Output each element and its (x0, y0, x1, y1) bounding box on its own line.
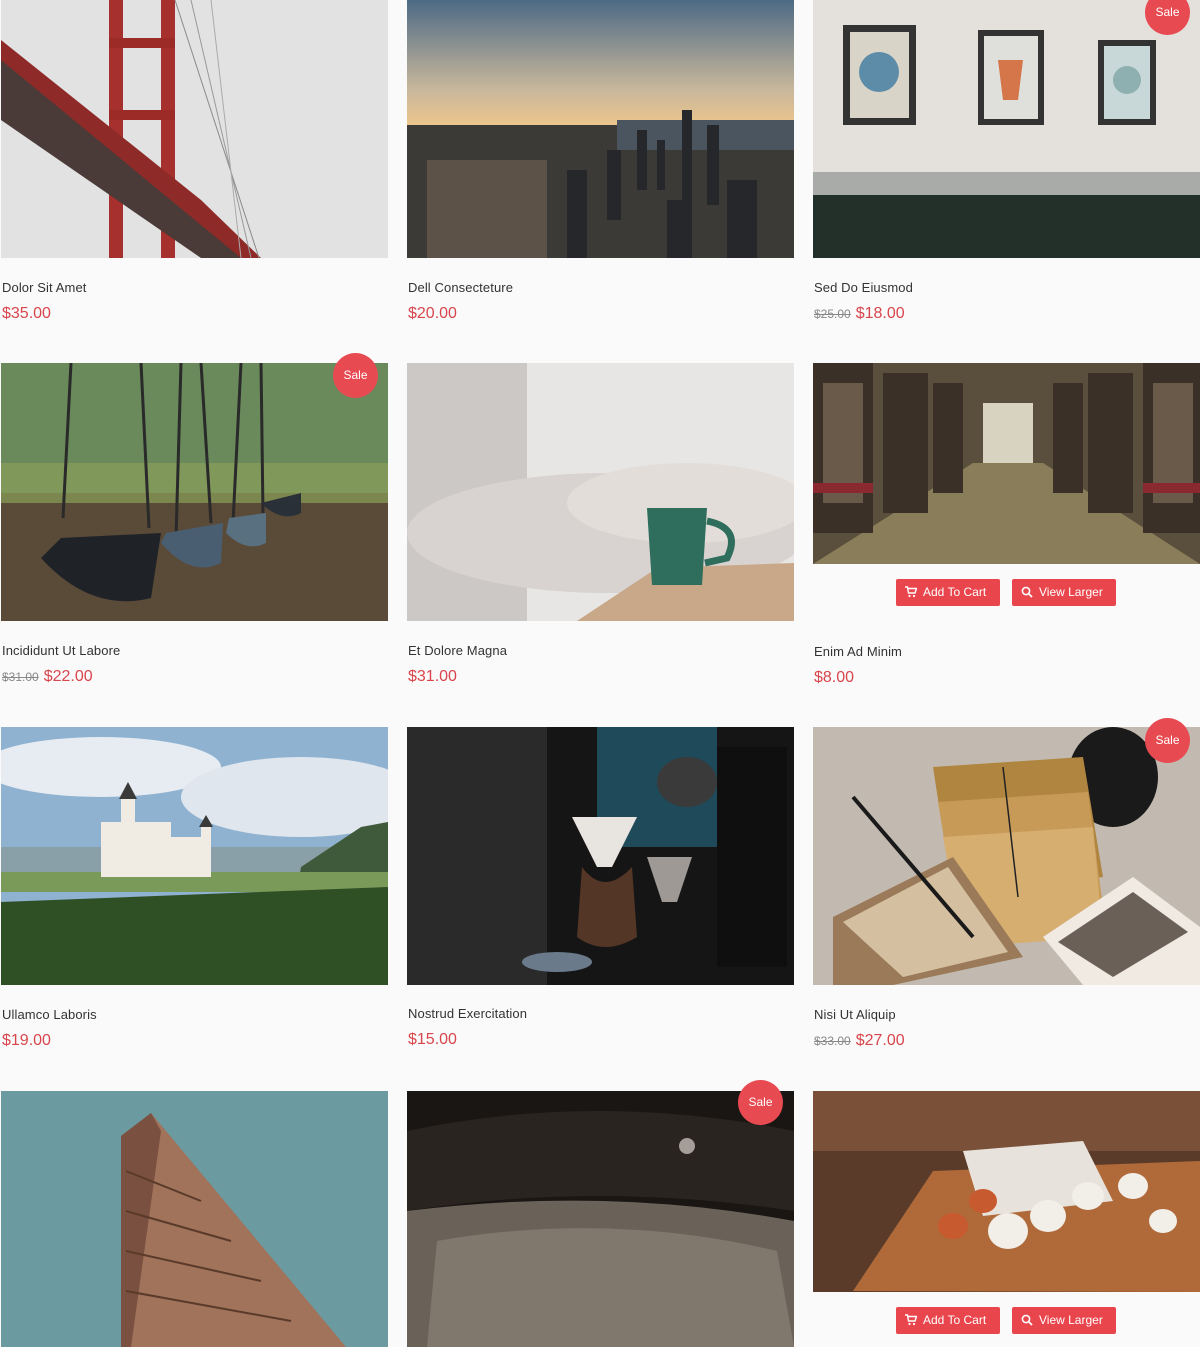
sale-badge: Sale (1145, 718, 1190, 763)
bridge-image (1, 0, 388, 258)
product-price: $31.00 (408, 668, 457, 685)
product-price: $25.00 $18.00 (814, 305, 905, 323)
swings-image (1, 363, 388, 621)
add-to-cart-label: Add To Cart (923, 585, 987, 599)
product-title[interactable]: Ullamco Laboris (2, 1007, 97, 1022)
cart-icon (905, 1314, 917, 1326)
original-price: $33.00 (814, 1034, 851, 1048)
view-larger-button[interactable]: View Larger (1012, 1307, 1116, 1334)
view-larger-label: View Larger (1039, 585, 1103, 599)
product-image-swings[interactable] (1, 363, 388, 621)
view-larger-label: View Larger (1039, 1313, 1103, 1327)
product-price: $15.00 (408, 1031, 457, 1048)
sale-badge: Sale (738, 1080, 783, 1125)
mugs-on-table-image (813, 1091, 1200, 1292)
vintage-car-image (407, 1091, 794, 1347)
product-image-flatiron-building[interactable] (1, 1091, 388, 1347)
product-price: $8.00 (814, 669, 855, 686)
product-image-vintage-car[interactable] (407, 1091, 794, 1347)
product-price: $20.00 (408, 305, 457, 322)
search-icon (1021, 1314, 1033, 1326)
search-icon (1021, 586, 1033, 598)
product-title[interactable]: Nisi Ut Aliquip (814, 1007, 896, 1022)
product-image-framed-pictures[interactable] (813, 0, 1200, 258)
product-title[interactable]: Enim Ad Minim (814, 644, 902, 659)
coffee-cup-image (407, 363, 794, 621)
product-image-castle[interactable] (1, 727, 388, 985)
framed-pictures-image (813, 0, 1200, 258)
add-to-cart-button[interactable]: Add To Cart (896, 579, 1000, 606)
original-price: $31.00 (2, 670, 39, 684)
product-image-bridge[interactable] (1, 0, 388, 258)
product-image-city-skyline[interactable] (407, 0, 794, 258)
product-image-coffee-cup[interactable] (407, 363, 794, 621)
sale-price: $27.00 (855, 1032, 905, 1049)
product-title[interactable]: Dell Consecteture (408, 280, 513, 295)
product-price: $19.00 (2, 1032, 51, 1049)
coffee-brewing-image (407, 727, 794, 985)
city-skyline-image (407, 0, 794, 258)
product-title[interactable]: Et Dolore Magna (408, 643, 507, 658)
product-image-coffee-brewing[interactable] (407, 727, 794, 985)
sale-price: $22.00 (43, 668, 93, 685)
letters-and-photos-image (813, 727, 1200, 985)
product-price: $31.00 $22.00 (2, 668, 93, 686)
sale-price: $18.00 (855, 305, 905, 322)
add-to-cart-button[interactable]: Add To Cart (896, 1307, 1000, 1334)
original-price: $25.00 (814, 307, 851, 321)
product-title[interactable]: Dolor Sit Amet (2, 280, 86, 295)
castle-image (1, 727, 388, 985)
product-title[interactable]: Incididunt Ut Labore (2, 643, 120, 658)
train-interior-image (813, 363, 1200, 564)
add-to-cart-label: Add To Cart (923, 1313, 987, 1327)
cart-icon (905, 586, 917, 598)
flatiron-building-image (1, 1091, 388, 1347)
product-price: $33.00 $27.00 (814, 1032, 905, 1050)
product-image-mugs-on-table[interactable] (813, 1091, 1200, 1292)
product-title[interactable]: Nostrud Exercitation (408, 1006, 527, 1021)
product-title[interactable]: Sed Do Eiusmod (814, 280, 913, 295)
sale-badge: Sale (333, 353, 378, 398)
product-image-letters-and-photos[interactable] (813, 727, 1200, 985)
view-larger-button[interactable]: View Larger (1012, 579, 1116, 606)
product-price: $35.00 (2, 305, 51, 322)
product-image-train-interior[interactable] (813, 363, 1200, 564)
